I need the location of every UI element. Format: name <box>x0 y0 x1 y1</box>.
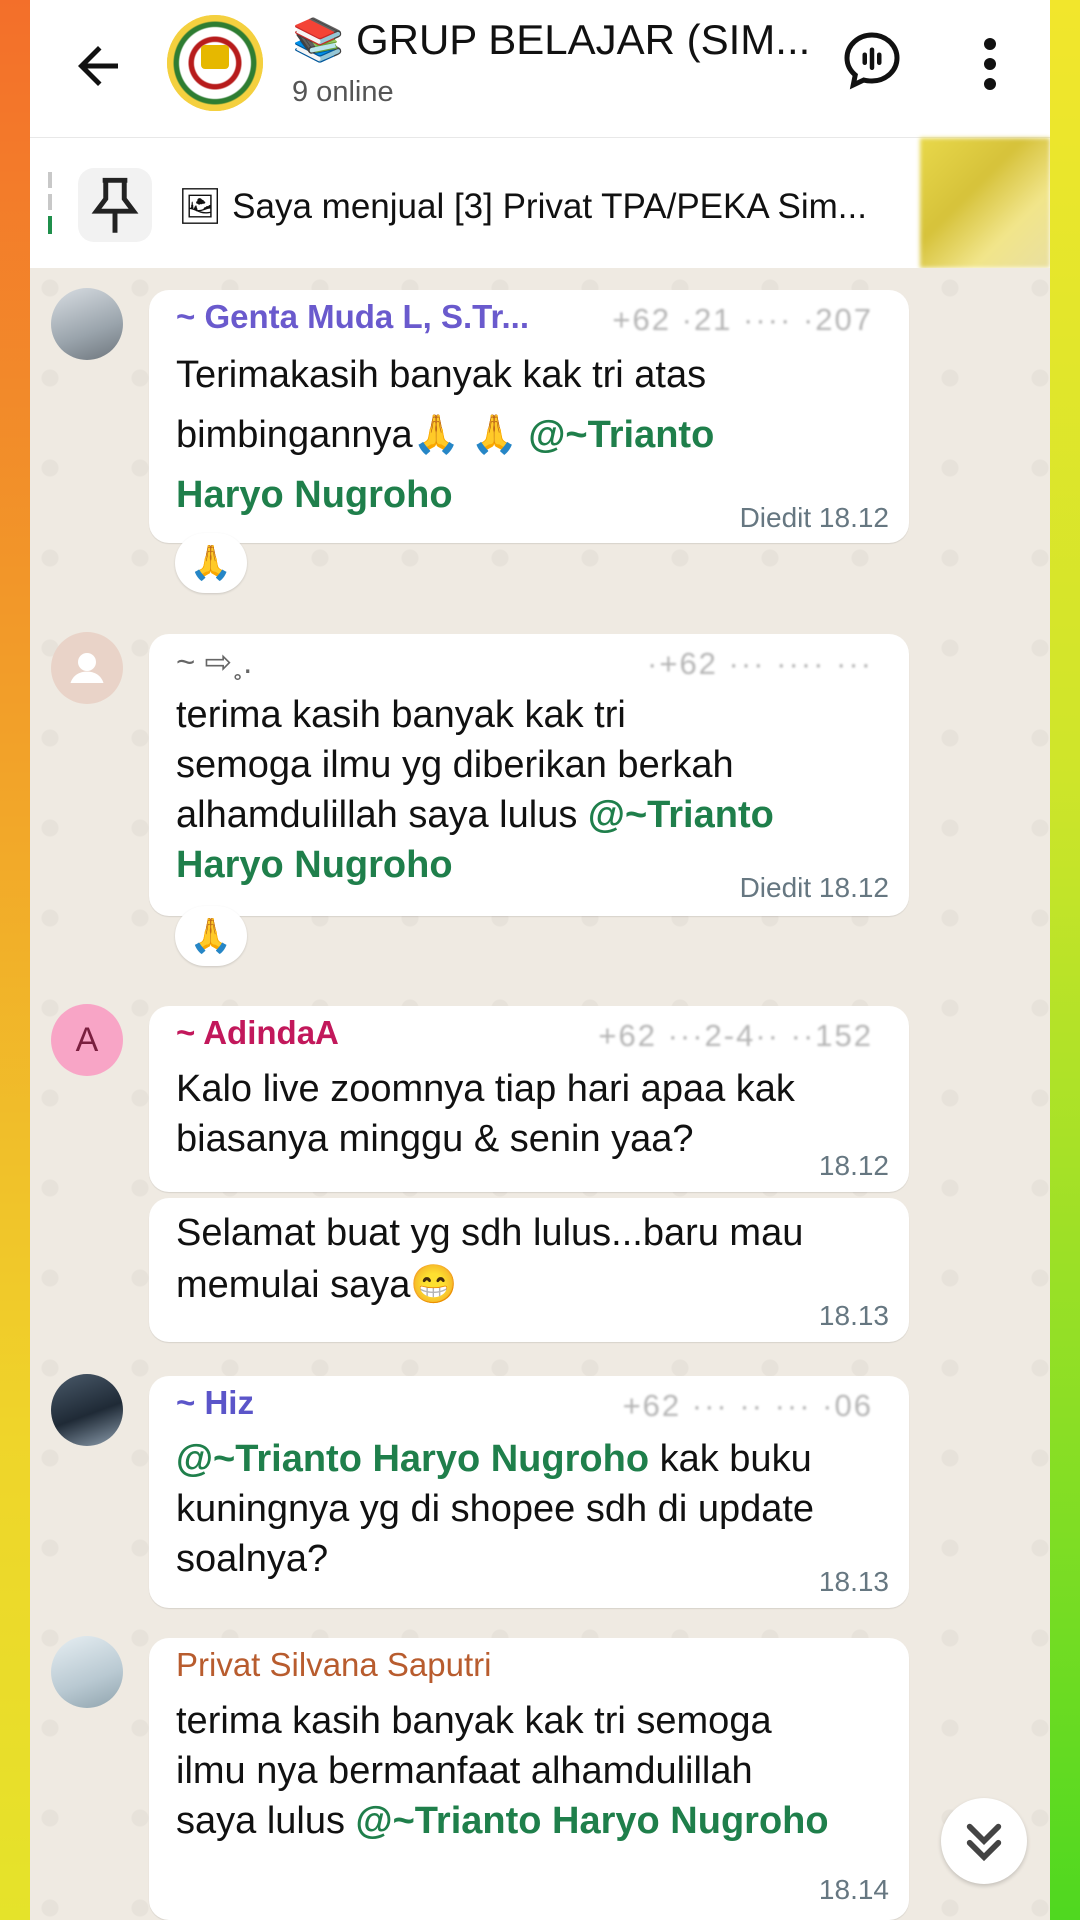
sender-name[interactable]: ~ ⇨˳. <box>176 642 252 681</box>
message-line: Kalo live zoomnya tiap hari apaa kak <box>176 1068 795 1110</box>
mention[interactable]: @~Trianto <box>528 414 714 456</box>
mention[interactable]: @~Trianto Haryo Nugroho <box>176 1438 649 1480</box>
mention[interactable]: @~Trianto Haryo Nugroho <box>356 1800 829 1842</box>
decorative-border-left <box>0 0 30 1920</box>
reaction-badge[interactable]: 🙏 <box>175 906 247 966</box>
message-time: 18.13 <box>818 1300 889 1331</box>
sender-name[interactable]: ~ AdindaA <box>176 1014 339 1052</box>
scroll-to-bottom-button[interactable] <box>941 1798 1027 1884</box>
mention[interactable]: @~Trianto <box>588 794 774 836</box>
message-line: memulai saya😁 <box>176 1264 458 1306</box>
sender-phone: ·+62 ··· ···· ··· <box>647 646 873 681</box>
chat-header: 📚 GRUP BELAJAR (SIM... 9 online <box>30 0 1050 135</box>
message-line: biasanya minggu & senin yaa? <box>176 1118 694 1160</box>
pinned-indicator <box>48 172 52 234</box>
mention[interactable]: Haryo Nugroho <box>176 840 453 890</box>
sender-name[interactable]: Privat Silvana Saputri <box>176 1646 491 1684</box>
sender-phone: +62 ···2-4·· ··152 <box>598 1018 873 1053</box>
message-bubble[interactable]: ~ ⇨˳. ·+62 ··· ···· ··· terima kasih ban… <box>149 634 909 916</box>
pin-icon <box>91 177 139 233</box>
message-bubble[interactable]: Selamat buat yg sdh lulus...baru mau mem… <box>149 1198 909 1342</box>
pinned-thumbnail[interactable] <box>920 138 1050 268</box>
avatar[interactable] <box>51 632 123 704</box>
message-bubble[interactable]: ~ Hiz +62 ··· ·· ··· ·06 @~Trianto Haryo… <box>149 1376 909 1608</box>
avatar[interactable] <box>51 1636 123 1708</box>
decorative-border-right <box>1050 0 1080 1920</box>
arrow-left-icon[interactable] <box>68 36 128 96</box>
sender-phone: +62 ··· ·· ··· ·06 <box>622 1388 873 1423</box>
message-bubble[interactable]: ~ AdindaA +62 ···2-4·· ··152 Kalo live z… <box>149 1006 909 1192</box>
message-line: semoga ilmu yg diberikan berkah <box>176 744 734 786</box>
chat-app: 📚 GRUP BELAJAR (SIM... 9 online 🖼 Saya m… <box>30 0 1050 1920</box>
sender-name[interactable]: ~ Hiz <box>176 1384 254 1422</box>
message-bubble[interactable]: Privat Silvana Saputri terima kasih bany… <box>149 1638 909 1920</box>
pinned-message-bar[interactable]: 🖼 Saya menjual [3] Privat TPA/PEKA Sim..… <box>30 137 1050 268</box>
message-time: 18.12 <box>818 1150 889 1181</box>
avatar[interactable] <box>51 1374 123 1446</box>
pinned-message-text: 🖼 Saya menjual [3] Privat TPA/PEKA Sim..… <box>178 187 867 226</box>
message-time: Diedit 18.12 <box>739 872 889 903</box>
group-title[interactable]: 📚 GRUP BELAJAR (SIM... <box>292 16 810 65</box>
message-bubble[interactable]: ~ Genta Muda L, S.Tr... +62 ·21 ···· ·20… <box>149 290 909 543</box>
reaction-badge[interactable]: 🙏 <box>175 533 247 593</box>
person-icon <box>70 653 104 683</box>
message-line: Selamat buat yg sdh lulus...baru mau <box>176 1212 804 1254</box>
message-line: ilmu nya bermanfaat alhamdulillah <box>176 1750 753 1792</box>
message-line: kuningnya yg di shopee sdh di update <box>176 1488 815 1530</box>
message-line: saya lulus @~Trianto Haryo Nugroho <box>176 1800 829 1842</box>
avatar[interactable]: A <box>51 1004 123 1076</box>
sender-phone: +62 ·21 ···· ·207 <box>612 302 873 337</box>
mention[interactable]: Haryo Nugroho <box>176 470 453 520</box>
chat-messages: ~ Genta Muda L, S.Tr... +62 ·21 ···· ·20… <box>30 268 1050 1920</box>
message-line: Terimakasih banyak kak tri atas <box>176 354 707 396</box>
group-avatar[interactable] <box>167 15 263 111</box>
message-line: @~Trianto Haryo Nugroho kak buku <box>176 1438 812 1480</box>
message-time: Diedit 18.12 <box>739 502 889 533</box>
voice-chat-icon[interactable] <box>842 30 902 90</box>
double-chevron-down-icon <box>966 1823 1002 1862</box>
pin-button[interactable] <box>78 168 152 242</box>
message-line: terima kasih banyak kak tri semoga <box>176 1700 772 1742</box>
message-line: terima kasih banyak kak tri <box>176 694 626 736</box>
more-vert-icon[interactable] <box>975 36 1005 92</box>
message-line: soalnya? <box>176 1538 329 1580</box>
message-line: alhamdulillah saya lulus @~Trianto <box>176 794 774 836</box>
avatar[interactable] <box>51 288 123 360</box>
sender-name[interactable]: ~ Genta Muda L, S.Tr... <box>176 298 529 336</box>
message-time: 18.14 <box>818 1874 889 1905</box>
message-line: bimbingannya🙏 🙏 @~Trianto <box>176 414 715 456</box>
message-time: 18.13 <box>818 1566 889 1597</box>
online-status: 9 online <box>292 76 394 108</box>
